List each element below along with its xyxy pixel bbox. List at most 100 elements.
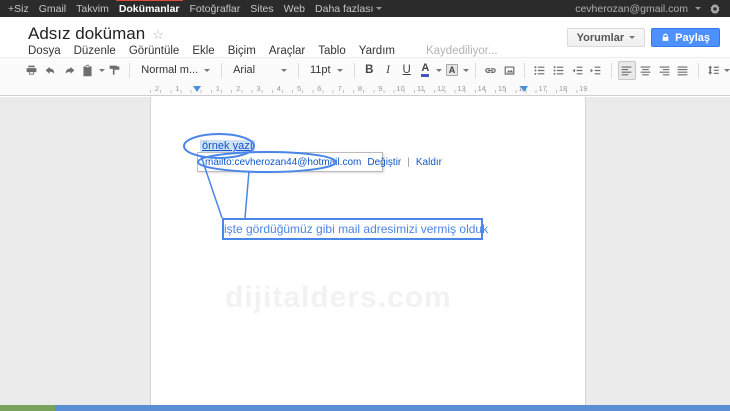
chevron-down-icon[interactable]	[724, 69, 730, 72]
ruler-number: 19	[579, 84, 587, 93]
comments-button-label: Yorumlar	[577, 32, 624, 44]
line-spacing-icon[interactable]	[704, 61, 722, 80]
selected-link-text[interactable]: örnek yazı	[200, 140, 255, 152]
share-button[interactable]: Paylaş	[651, 28, 720, 47]
print-icon[interactable]	[23, 61, 41, 80]
title-row: Adsız doküman ☆	[28, 24, 164, 44]
highlight-icon: A	[446, 64, 459, 76]
chevron-down-icon	[695, 7, 701, 10]
bulleted-list-icon[interactable]	[550, 61, 568, 80]
ruler-number: 7	[338, 84, 342, 93]
gear-icon[interactable]	[708, 2, 722, 16]
right-indent-marker[interactable]	[520, 86, 528, 92]
ruler-number: 1	[216, 84, 220, 93]
toolbar-separator	[475, 63, 476, 78]
insert-image-icon[interactable]	[500, 61, 518, 80]
header-buttons: Yorumlar Paylaş	[567, 28, 720, 47]
increase-indent-icon[interactable]	[587, 61, 605, 80]
chevron-down-icon[interactable]	[463, 69, 469, 72]
toolbar-separator	[129, 63, 130, 78]
topbar-link-sites[interactable]: Sites	[250, 3, 273, 15]
topbar-link-siz[interactable]: +Siz	[8, 3, 29, 15]
menu-tablo[interactable]: Tablo	[318, 45, 346, 57]
font-value: Arial	[233, 64, 255, 76]
menu-araclar[interactable]: Araçlar	[269, 45, 305, 57]
left-indent-marker[interactable]	[193, 86, 201, 92]
ruler-number: 6	[317, 84, 321, 93]
star-icon[interactable]: ☆	[152, 27, 164, 43]
topbar-link-dokumanlar[interactable]: Dokümanlar	[119, 3, 180, 15]
numbered-list-icon[interactable]	[531, 61, 549, 80]
underline-button[interactable]: U	[398, 61, 416, 80]
underline-label: U	[403, 64, 411, 76]
ruler-number: 12	[437, 84, 445, 93]
styles-select[interactable]: Normal m...	[136, 61, 215, 80]
italic-button[interactable]: I	[379, 61, 397, 80]
menu-dosya[interactable]: Dosya	[28, 45, 61, 57]
lock-icon	[661, 32, 670, 43]
topbar-more-label: Daha fazlası	[315, 3, 373, 15]
chevron-down-icon[interactable]	[99, 69, 105, 72]
menu-yardim[interactable]: Yardım	[359, 45, 395, 57]
formatting-toolbar: Normal m... Arial 11pt B I U A A	[0, 57, 730, 83]
insert-link-icon[interactable]	[482, 61, 500, 80]
bold-button[interactable]: B	[360, 61, 378, 80]
chevron-down-icon	[629, 36, 635, 39]
align-left-icon[interactable]	[618, 61, 636, 80]
menu-goruntule[interactable]: Görüntüle	[129, 45, 180, 57]
ruler-number: 2	[155, 84, 159, 93]
chevron-down-icon	[281, 69, 287, 72]
menu-ekle[interactable]: Ekle	[192, 45, 214, 57]
menu-duzenle[interactable]: Düzenle	[74, 45, 116, 57]
bold-label: B	[365, 64, 373, 76]
highlight-color-button[interactable]: A	[443, 61, 461, 80]
decrease-indent-icon[interactable]	[568, 61, 586, 80]
bubble-separator: |	[407, 157, 410, 168]
redo-icon[interactable]	[60, 61, 78, 80]
document-page[interactable]: dijitalders.com örnek yazı mailto:cevher…	[150, 97, 586, 405]
account-area: cevherozan@gmail.com	[575, 2, 722, 16]
topbar-link-fotograflar[interactable]: Fotoğraflar	[190, 3, 241, 15]
font-size-value: 11pt	[310, 64, 331, 76]
save-status: Kaydediliyor...	[426, 45, 498, 57]
font-size-select[interactable]: 11pt	[305, 61, 348, 80]
ruler-number: 9	[378, 84, 382, 93]
topbar-link-more[interactable]: Daha fazlası	[315, 3, 382, 15]
document-header: Adsız doküman ☆ Dosya Düzenle Görüntüle …	[0, 17, 730, 57]
paint-format-icon[interactable]	[106, 61, 124, 80]
chevron-down-icon	[204, 69, 210, 72]
topbar-link-gmail[interactable]: Gmail	[39, 3, 66, 15]
bottom-progress-bar[interactable]	[0, 405, 730, 411]
justify-icon[interactable]	[674, 61, 692, 80]
remove-link-button[interactable]: Kaldır	[416, 157, 442, 168]
annotation-callout: işte gördüğümüz gibi mail adresimizi ver…	[222, 218, 483, 240]
link-edit-bubble: mailto:cevherozan44@hotmail.com Değiştir…	[197, 152, 383, 172]
ruler-number: 14	[478, 84, 486, 93]
ruler-number: 13	[457, 84, 465, 93]
comments-button[interactable]: Yorumlar	[567, 28, 645, 47]
change-link-button[interactable]: Değiştir	[367, 157, 401, 168]
align-center-icon[interactable]	[637, 61, 655, 80]
document-title[interactable]: Adsız doküman	[28, 24, 145, 44]
toolbar-separator	[524, 63, 525, 78]
topbar-link-takvim[interactable]: Takvim	[76, 3, 109, 15]
text-color-button[interactable]: A	[417, 61, 435, 80]
ruler-number: 15	[498, 84, 506, 93]
font-select[interactable]: Arial	[228, 61, 292, 80]
ruler-number: 8	[358, 84, 362, 93]
undo-icon[interactable]	[42, 61, 60, 80]
ruler-number: 10	[396, 84, 404, 93]
link-url[interactable]: mailto:cevherozan44@hotmail.com	[205, 157, 361, 168]
account-email[interactable]: cevherozan@gmail.com	[575, 3, 688, 15]
paste-icon[interactable]	[79, 61, 97, 80]
align-right-icon[interactable]	[655, 61, 673, 80]
chevron-down-icon[interactable]	[436, 69, 442, 72]
menu-bicim[interactable]: Biçim	[228, 45, 256, 57]
toolbar-separator	[298, 63, 299, 78]
google-bar-links: +Siz Gmail Takvim Dokümanlar Fotoğraflar…	[8, 3, 382, 15]
document-canvas: dijitalders.com örnek yazı mailto:cevher…	[0, 97, 730, 405]
chevron-down-icon	[376, 7, 382, 10]
topbar-link-web[interactable]: Web	[284, 3, 305, 15]
menu-bar: Dosya Düzenle Görüntüle Ekle Biçim Araçl…	[28, 45, 498, 57]
ruler: 2112345678910111213141516171819	[0, 82, 730, 96]
